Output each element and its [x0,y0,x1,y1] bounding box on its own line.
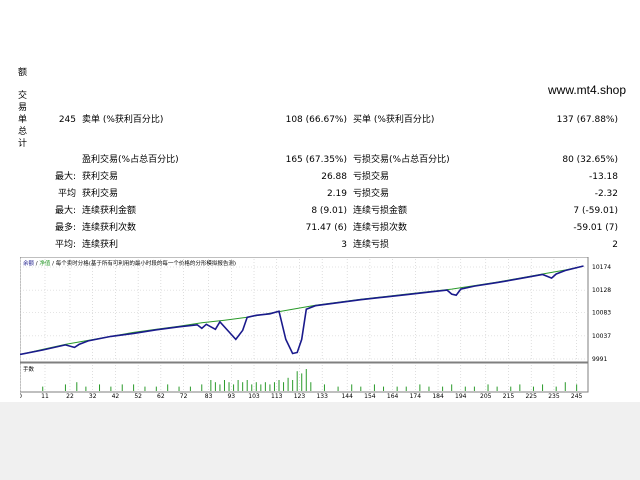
x-tick-label: 42 [112,393,120,399]
row4-label1: 获利交易 [82,189,119,199]
row5-value3: 7 (-59.01) [573,206,618,216]
legend-equity: 净值 [39,259,51,267]
x-tick-label: 205 [480,393,492,399]
x-tick-label: 32 [89,393,97,399]
x-tick-labels: 0 11 22 32 42 52 62 72 83 93 103 113 123 133 144 154 164… [18,393,583,400]
row1-value3: 137 (67.88%) [556,115,618,125]
x-tick-label: 62 [157,393,165,399]
balance-chart: 10174 10128 10083 10037 9991 0 11 22 32 42 52 62 72… [18,256,620,400]
row7-prefix: 平均: [54,240,76,250]
row1-label2: 买单 (%获利百分比) [353,115,435,125]
watermark: www.mt4.shop [548,83,627,97]
row3-value3: -13.18 [588,172,618,182]
x-tick-label: 245 [571,393,583,399]
top-strip [0,0,640,75]
legend-balance: 余额 [23,259,35,267]
side-label-top: 额 [18,68,28,78]
row4-prefix: 平均 [57,189,76,199]
row5-value2: 8 (9.01) [311,206,347,216]
row4-value2: 2.19 [326,189,347,199]
y-tick-label: 9991 [592,356,607,363]
y-tick-labels: 10174 10128 10083 10037 9991 [592,264,611,363]
row2-label1: 盈利交易(%占总百分比) [82,155,179,165]
legend-rest: 每个卖时分格(基于所有可利用的最小时段的每一个价格的分形模拟报告测) [56,259,236,267]
x-tick-label: 154 [364,393,376,399]
x-tick-label: 133 [316,393,328,399]
x-tick-label: 113 [271,393,283,399]
side-label-1: 易 [18,103,28,113]
row4-value3: -2.32 [594,189,618,199]
x-tick-label: 103 [248,393,260,399]
row4-label2: 亏损交易 [353,189,390,199]
row1-value2: 108 (66.67%) [285,115,347,125]
y-tick-label: 10037 [592,333,611,340]
row7-label1: 连续获利 [82,240,119,250]
row3-label2: 亏损交易 [353,172,390,182]
x-tick-label: 194 [455,393,467,399]
x-tick-label: 83 [205,393,213,399]
row6-value3: -59.01 (7) [573,223,618,233]
volume-label: 手数 [23,365,35,373]
x-tick-label: 123 [294,393,306,399]
x-tick-label: 235 [548,393,560,399]
balance-chart-svg: 10174 10128 10083 10037 9991 0 11 22 32 42 52 62 72… [18,256,611,400]
row2-value3: 80 (32.65%) [562,155,618,165]
x-tick-label: 0 [20,393,22,399]
y-tick-label: 10128 [592,287,611,294]
volume-plot-frame [19,362,589,393]
row3-value2: 26.88 [321,172,347,182]
x-tick-label: 144 [341,393,353,399]
side-label-0: 交 [18,91,28,101]
y-tick-label: 10083 [592,310,611,317]
x-tick-label: 164 [387,393,399,399]
row7-label2: 连续亏损 [353,240,390,250]
row6-prefix: 最多: [54,223,76,233]
row1-label1: 卖单 (%获利百分比) [82,115,164,125]
x-tick-label: 72 [180,393,188,399]
row3-label1: 获利交易 [82,172,119,182]
x-tick-label: 11 [41,393,49,399]
x-tick-label: 52 [134,393,142,399]
row2-label2: 亏损交易(%占总百分比) [353,155,450,165]
x-tick-label: 174 [410,393,422,399]
total-trades-value: 245 [58,115,76,125]
side-label-2: 单 [18,115,28,125]
row6-label1: 连续获利次数 [82,223,137,233]
y-tick-label: 10174 [592,264,611,271]
row5-label1: 连续获利金额 [82,206,137,216]
x-tick-label: 93 [227,393,235,399]
side-label-4: 计 [18,139,28,149]
chart-legend: 余额 / 净值 / 每个卖时分格(基于所有可利用的最小时段的每一个价格的分形模拟… [23,259,236,267]
main-plot-frame [19,256,589,363]
row2-value2: 165 (67.35%) [285,155,347,165]
x-tick-label: 184 [432,393,444,399]
row6-value2: 71.47 (6) [305,223,347,233]
x-tick-label: 225 [525,393,537,399]
row5-label2: 连续亏损金额 [353,206,408,216]
row7-value2: 3 [341,240,347,250]
row5-prefix: 最大: [54,206,76,216]
side-label-3: 总 [18,127,28,137]
bottom-area [0,402,640,480]
row3-prefix: 最大: [54,172,76,182]
x-tick-label: 215 [503,393,515,399]
x-tick-label: 22 [66,393,74,399]
row7-value3: 2 [612,240,618,250]
row6-label2: 连续亏损次数 [353,223,408,233]
